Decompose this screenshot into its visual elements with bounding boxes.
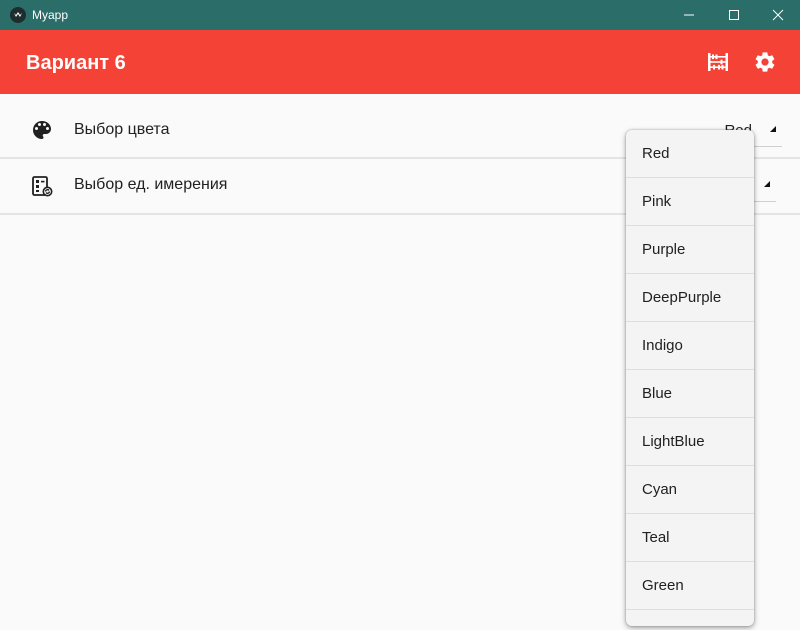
menu-item-label: LightBlue [642, 433, 705, 450]
abacus-button[interactable] [706, 50, 730, 74]
menu-item-purple[interactable]: Purple [626, 226, 754, 274]
menu-item-cyan[interactable]: Cyan [626, 466, 754, 514]
menu-item-label: Cyan [642, 481, 678, 498]
menu-item-label: Blue [642, 385, 673, 402]
menu-item-label: Indigo [642, 337, 683, 354]
dropdown-caret-icon [770, 126, 776, 132]
menu-item-label: DeepPurple [642, 289, 722, 306]
menu-item-pink[interactable]: Pink [626, 178, 754, 226]
close-icon [772, 9, 784, 21]
window-titlebar[interactable]: Myapp [0, 0, 800, 30]
app-window: Myapp Вариант 6 Выбор цвета Выбор ед. им… [0, 0, 800, 630]
menu-item-indigo[interactable]: Indigo [626, 322, 754, 370]
palette-icon [30, 118, 54, 142]
maximize-icon [729, 10, 739, 20]
settings-button[interactable] [753, 50, 777, 74]
color-dropdown-menu: Red Pink Purple DeepPurple Indigo Blue L… [626, 130, 754, 626]
menu-item-blue[interactable]: Blue [626, 370, 754, 418]
minimize-icon [684, 14, 694, 16]
menu-item-label: Green [642, 577, 684, 594]
menu-item-label: Teal [642, 529, 670, 546]
menu-item-label: Red [642, 145, 670, 162]
menu-item-deeppurple[interactable]: DeepPurple [626, 274, 754, 322]
minimize-button[interactable] [666, 0, 712, 30]
app-bar: Вариант 6 [0, 30, 800, 94]
page-title: Вариант 6 [26, 52, 126, 74]
menu-item-label: Pink [642, 193, 672, 210]
gear-icon [755, 52, 775, 72]
color-setting-label: Выбор цвета [74, 121, 170, 138]
maximize-button[interactable] [711, 0, 757, 30]
abacus-icon [708, 53, 728, 71]
menu-item-label: Purple [642, 241, 686, 258]
unit-settings-icon [30, 174, 54, 198]
close-button[interactable] [755, 0, 800, 30]
dropdown-caret-icon [764, 181, 770, 187]
menu-item-red[interactable]: Red [626, 130, 754, 178]
window-title: Myapp [32, 8, 69, 22]
menu-item-green[interactable]: Green [626, 562, 754, 610]
app-logo-icon [10, 7, 26, 23]
menu-item-teal[interactable]: Teal [626, 514, 754, 562]
menu-item-lightblue[interactable]: LightBlue [626, 418, 754, 466]
unit-setting-label: Выбор ед. имерения [74, 176, 228, 193]
menu-item-more[interactable] [626, 610, 754, 626]
